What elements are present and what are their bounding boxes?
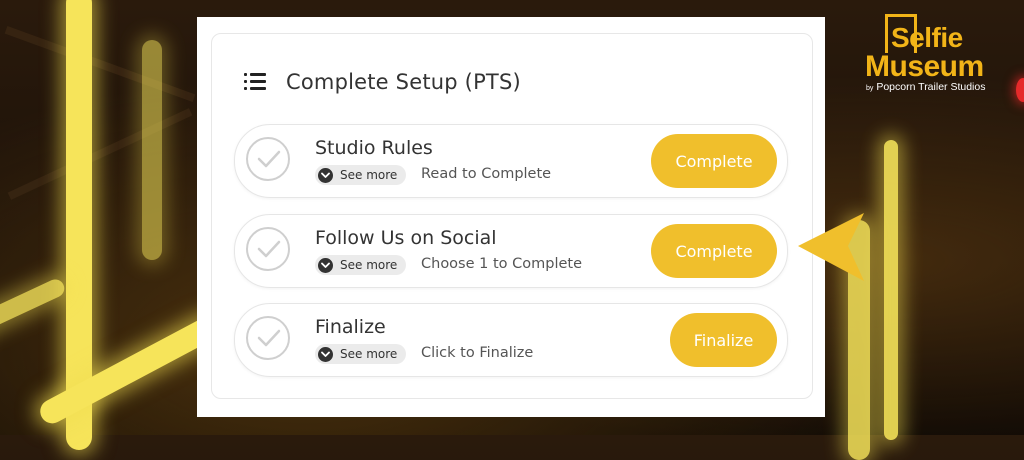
chevron-down-icon [318, 346, 333, 362]
see-more-toggle[interactable]: See more [315, 255, 407, 275]
logo: Selfie Museum by Popcorn Trailer Studios [865, 14, 1015, 94]
complete-button[interactable]: Complete [651, 224, 777, 278]
logo-byline: by Popcorn Trailer Studios [866, 81, 985, 93]
see-more-label: See more [340, 258, 398, 272]
chevron-down-icon [318, 167, 333, 183]
task-title: Studio Rules [315, 137, 433, 159]
background-beam [7, 108, 193, 200]
neon-tube [0, 276, 68, 344]
task-row-finalize: Finalize See more Click to Finalize Fina… [234, 303, 788, 377]
complete-button[interactable]: Complete [651, 134, 777, 188]
neon-tube [142, 40, 162, 260]
setup-header: Complete Setup (PTS) [244, 70, 521, 94]
logo-studio: Popcorn Trailer Studios [876, 81, 986, 93]
check-circle-icon [246, 316, 290, 360]
check-circle-icon [246, 227, 290, 271]
task-description: Choose 1 to Complete [421, 256, 583, 272]
see-more-toggle[interactable]: See more [315, 165, 407, 185]
task-row-follow-social: Follow Us on Social See more Choose 1 to… [234, 214, 788, 288]
check-circle-icon [246, 137, 290, 181]
red-light [1016, 78, 1024, 102]
list-icon [244, 73, 266, 91]
task-title: Finalize [315, 316, 386, 338]
page-title: Complete Setup (PTS) [286, 70, 521, 94]
finalize-button[interactable]: Finalize [670, 313, 777, 367]
chevron-down-icon [318, 257, 333, 273]
setup-card: Complete Setup (PTS) Studio Rules See mo… [211, 33, 813, 399]
task-row-studio-rules: Studio Rules See more Read to Complete C… [234, 124, 788, 198]
task-description: Read to Complete [421, 166, 552, 182]
logo-line2: Museum [865, 50, 984, 83]
see-more-label: See more [340, 168, 398, 182]
setup-panel: Complete Setup (PTS) Studio Rules See mo… [197, 17, 825, 417]
background-beam [4, 26, 196, 102]
logo-by: by [866, 85, 874, 92]
see-more-toggle[interactable]: See more [315, 344, 407, 364]
pointer-arrow-icon [798, 213, 864, 281]
neon-tube [36, 312, 224, 428]
task-title: Follow Us on Social [315, 227, 497, 249]
neon-tube [884, 140, 898, 440]
see-more-label: See more [340, 347, 398, 361]
task-description: Click to Finalize [421, 345, 534, 361]
